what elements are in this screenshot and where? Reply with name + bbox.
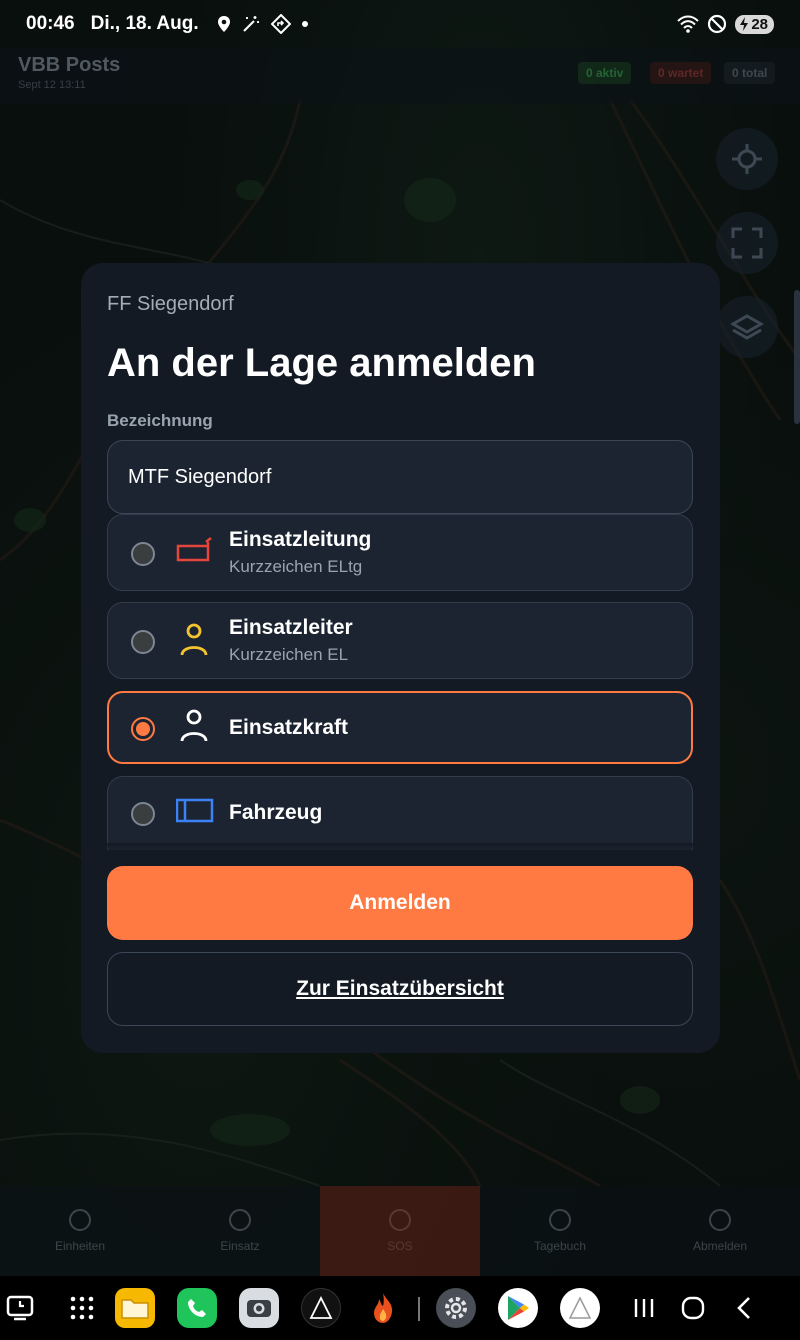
- option-einsatzleiter[interactable]: Einsatzleiter Kurzzeichen EL: [107, 602, 693, 679]
- journal-icon: [549, 1209, 571, 1231]
- waiting-count-pill: 0 wartet: [650, 62, 712, 84]
- camera-icon: [239, 1288, 279, 1328]
- fullscreen-icon: [731, 227, 763, 259]
- settings-app[interactable]: [436, 1288, 476, 1328]
- crosshair-icon: [732, 144, 762, 174]
- fire-app-icon: [374, 1293, 393, 1323]
- home-icon: [681, 1296, 705, 1320]
- home-button[interactable]: [673, 1288, 713, 1328]
- person-icon: [180, 623, 208, 656]
- app-subtitle: Sept 12 13:11: [18, 79, 86, 91]
- layers-icon: [730, 314, 764, 340]
- delta-app-icon: [301, 1288, 341, 1328]
- dialog-title: An der Lage anmelden: [107, 341, 536, 385]
- app-drawer-icon: [70, 1296, 94, 1320]
- nav-label-einsatz: Einsatz: [220, 1239, 260, 1253]
- layers-button[interactable]: [716, 296, 778, 358]
- recent-apps-icon: [6, 1295, 34, 1321]
- active-count-pill: 0 aktiv: [578, 62, 632, 84]
- nav-sos[interactable]: SOS: [320, 1186, 480, 1276]
- radio-einsatzleitung[interactable]: [131, 542, 155, 566]
- charging-bolt-icon: [740, 17, 749, 31]
- nav-label-einheiten: Einheiten: [54, 1239, 106, 1253]
- nav-label-sos: SOS: [387, 1239, 413, 1253]
- designation-label: Bezeichnung: [107, 411, 213, 430]
- app-drawer-button[interactable]: [62, 1288, 102, 1328]
- recents-button[interactable]: [624, 1288, 664, 1328]
- triangle-app-icon: [560, 1288, 600, 1328]
- notification-dot-icon: [301, 21, 308, 27]
- camera-app[interactable]: [239, 1288, 279, 1328]
- option-label-einsatzkraft: Einsatzkraft: [229, 716, 349, 739]
- anmelden-button[interactable]: Anmelden: [107, 866, 693, 940]
- option-label-einsatzleitung: Einsatzleitung: [229, 528, 372, 551]
- designation-input[interactable]: [107, 440, 693, 514]
- phone-app[interactable]: [177, 1288, 217, 1328]
- bottom-nav: Einheiten Einsatz SOS Tagebuch Abmelden: [0, 1186, 800, 1276]
- recent-apps-button[interactable]: [0, 1288, 40, 1328]
- settings-icon: [436, 1288, 476, 1328]
- organization-name: FF Siegendorf: [107, 293, 234, 315]
- wifi-icon: [677, 15, 700, 33]
- option-fahrzeug[interactable]: Fahrzeug: [107, 776, 693, 850]
- edge-handle[interactable]: [794, 290, 800, 424]
- nav-tagebuch[interactable]: Tagebuch: [480, 1186, 640, 1276]
- location-icon: [217, 16, 230, 32]
- option-label-einsatzleiter: Einsatzleiter: [229, 616, 353, 639]
- person-icon: [180, 709, 208, 742]
- navigation-icon: [270, 14, 291, 34]
- option-label-fahrzeug: Fahrzeug: [229, 801, 323, 824]
- scroll-fade: [107, 843, 693, 851]
- nav-label-abmelden: Abmelden: [692, 1239, 748, 1253]
- option-einsatzleitung[interactable]: Einsatzleitung Kurzzeichen ELtg: [107, 514, 693, 591]
- command-vehicle-icon: [176, 537, 212, 562]
- app-header: VBB Posts Sept 12 13:11 0 aktiv 0 wartet…: [0, 48, 800, 104]
- nav-abmelden[interactable]: Abmelden: [640, 1186, 800, 1276]
- app-title: VBB Posts: [18, 54, 121, 76]
- units-icon: [69, 1209, 91, 1231]
- option-einsatzkraft[interactable]: Einsatzkraft: [107, 691, 693, 764]
- radio-fahrzeug[interactable]: [131, 802, 155, 826]
- nav-einheiten[interactable]: Einheiten: [0, 1186, 160, 1276]
- recents-icon: [634, 1299, 654, 1317]
- option-sub-einsatzleitung: Kurzzeichen ELtg: [229, 557, 363, 576]
- battery-level: 28: [751, 15, 768, 33]
- taskbar-divider: [418, 1297, 420, 1321]
- option-sub-einsatzleiter: Kurzzeichen EL: [229, 645, 349, 664]
- files-icon: [115, 1288, 155, 1328]
- play-store-app[interactable]: [498, 1288, 538, 1328]
- status-date: Di., 18. Aug.: [90, 13, 199, 34]
- nav-label-tagebuch: Tagebuch: [533, 1239, 587, 1253]
- total-count-pill: 0 total: [724, 62, 776, 84]
- play-store-icon: [498, 1288, 538, 1328]
- mission-icon: [229, 1209, 251, 1231]
- back-icon: [737, 1297, 750, 1319]
- einsatzuebersicht-button[interactable]: Zur Einsatzübersicht: [107, 952, 693, 1026]
- phone-icon: [177, 1288, 217, 1328]
- files-app[interactable]: [115, 1288, 155, 1328]
- battery-indicator: 28: [735, 14, 774, 34]
- fullscreen-button[interactable]: [716, 212, 778, 274]
- fire-app[interactable]: [363, 1288, 403, 1328]
- status-time: 00:46: [26, 13, 75, 34]
- logout-icon: [709, 1209, 731, 1231]
- radio-einsatzkraft[interactable]: [131, 717, 155, 741]
- triangle-app[interactable]: [560, 1288, 600, 1328]
- status-bar: 00:46 Di., 18. Aug. 28: [0, 0, 800, 48]
- locate-button[interactable]: [716, 128, 778, 190]
- taskbar: [0, 1276, 800, 1340]
- back-button[interactable]: [724, 1288, 764, 1328]
- magic-wand-icon: [242, 16, 259, 32]
- delta-app[interactable]: [301, 1288, 341, 1328]
- vehicle-icon: [176, 798, 214, 823]
- radio-einsatzleiter[interactable]: [131, 630, 155, 654]
- sos-icon: [389, 1209, 411, 1231]
- do-not-disturb-icon: [708, 14, 727, 34]
- login-dialog: FF Siegendorf An der Lage anmelden Bezei…: [81, 263, 720, 1053]
- nav-einsatz[interactable]: Einsatz: [160, 1186, 320, 1276]
